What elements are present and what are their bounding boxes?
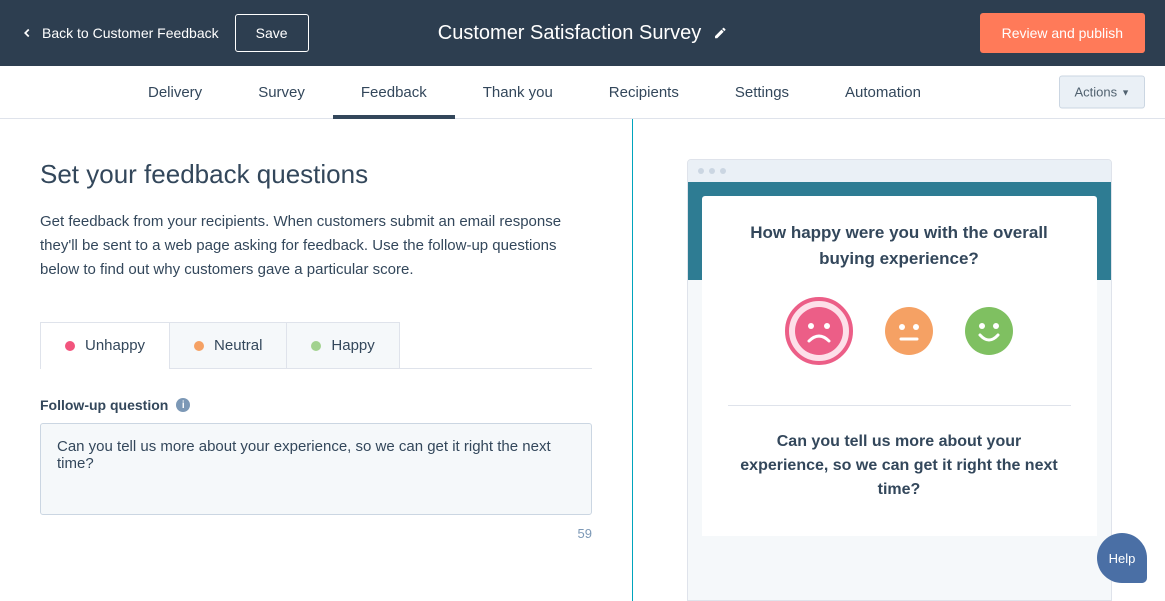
back-label: Back to Customer Feedback: [42, 25, 219, 41]
caret-down-icon: ▼: [1121, 87, 1130, 97]
traffic-light-icon: [709, 168, 715, 174]
dot-icon-orange: [194, 341, 204, 351]
review-publish-button[interactable]: Review and publish: [980, 13, 1145, 53]
dot-icon-red: [65, 341, 75, 351]
section-description: Get feedback from your recipients. When …: [40, 210, 592, 282]
tab-recipients[interactable]: Recipients: [581, 66, 707, 119]
content-area: Set your feedback questions Get feedback…: [0, 119, 1165, 601]
top-bar: Back to Customer Feedback Save Customer …: [0, 0, 1165, 66]
chevron-left-icon: [20, 26, 34, 40]
preview-hero: How happy were you with the overall buyi…: [688, 182, 1111, 280]
edit-icon[interactable]: [713, 26, 727, 40]
face-happy-icon[interactable]: [965, 307, 1013, 355]
actions-dropdown[interactable]: Actions ▼: [1059, 76, 1145, 109]
followup-label: Follow-up question: [40, 397, 168, 413]
sentiment-tabs: Unhappy Neutral Happy: [40, 322, 592, 369]
info-icon[interactable]: i: [176, 398, 190, 412]
tab-thank-you[interactable]: Thank you: [455, 66, 581, 119]
help-button[interactable]: Help: [1097, 533, 1147, 583]
traffic-light-icon: [720, 168, 726, 174]
browser-chrome: [688, 160, 1111, 182]
followup-label-row: Follow-up question i: [40, 397, 592, 413]
nav-bar: Delivery Survey Feedback Thank you Recip…: [0, 66, 1165, 119]
sentiment-tab-unhappy[interactable]: Unhappy: [40, 322, 170, 368]
survey-card: How happy were you with the overall buyi…: [702, 196, 1097, 536]
save-button[interactable]: Save: [235, 14, 309, 52]
tab-delivery[interactable]: Delivery: [120, 66, 230, 119]
traffic-light-icon: [698, 168, 704, 174]
divider: [728, 405, 1071, 406]
dot-icon-green: [311, 341, 321, 351]
editor-panel: Set your feedback questions Get feedback…: [0, 119, 632, 601]
sentiment-tab-label: Unhappy: [85, 337, 145, 354]
followup-question-input[interactable]: [40, 423, 592, 515]
sentiment-tab-happy[interactable]: Happy: [286, 322, 399, 368]
page-title: Customer Satisfaction Survey: [438, 22, 701, 45]
preview-panel: How happy were you with the overall buyi…: [633, 119, 1165, 601]
back-link[interactable]: Back to Customer Feedback: [20, 25, 219, 41]
actions-label: Actions: [1074, 85, 1117, 100]
survey-followup-text: Can you tell us more about your experien…: [728, 430, 1071, 502]
section-heading: Set your feedback questions: [40, 159, 592, 190]
help-label: Help: [1109, 551, 1136, 566]
tab-automation[interactable]: Automation: [817, 66, 949, 119]
tab-settings[interactable]: Settings: [707, 66, 817, 119]
tab-feedback[interactable]: Feedback: [333, 66, 455, 119]
sentiment-tab-neutral[interactable]: Neutral: [169, 322, 287, 368]
face-neutral-icon[interactable]: [885, 307, 933, 355]
preview-browser: How happy were you with the overall buyi…: [687, 159, 1112, 601]
sentiment-tab-label: Neutral: [214, 337, 262, 354]
face-sad-icon[interactable]: [785, 297, 853, 365]
tab-survey[interactable]: Survey: [230, 66, 333, 119]
sentiment-tab-label: Happy: [331, 337, 374, 354]
rating-faces: [728, 297, 1071, 365]
survey-question: How happy were you with the overall buyi…: [728, 220, 1071, 271]
char-count: 59: [40, 526, 592, 541]
page-title-wrap: Customer Satisfaction Survey: [438, 22, 727, 45]
